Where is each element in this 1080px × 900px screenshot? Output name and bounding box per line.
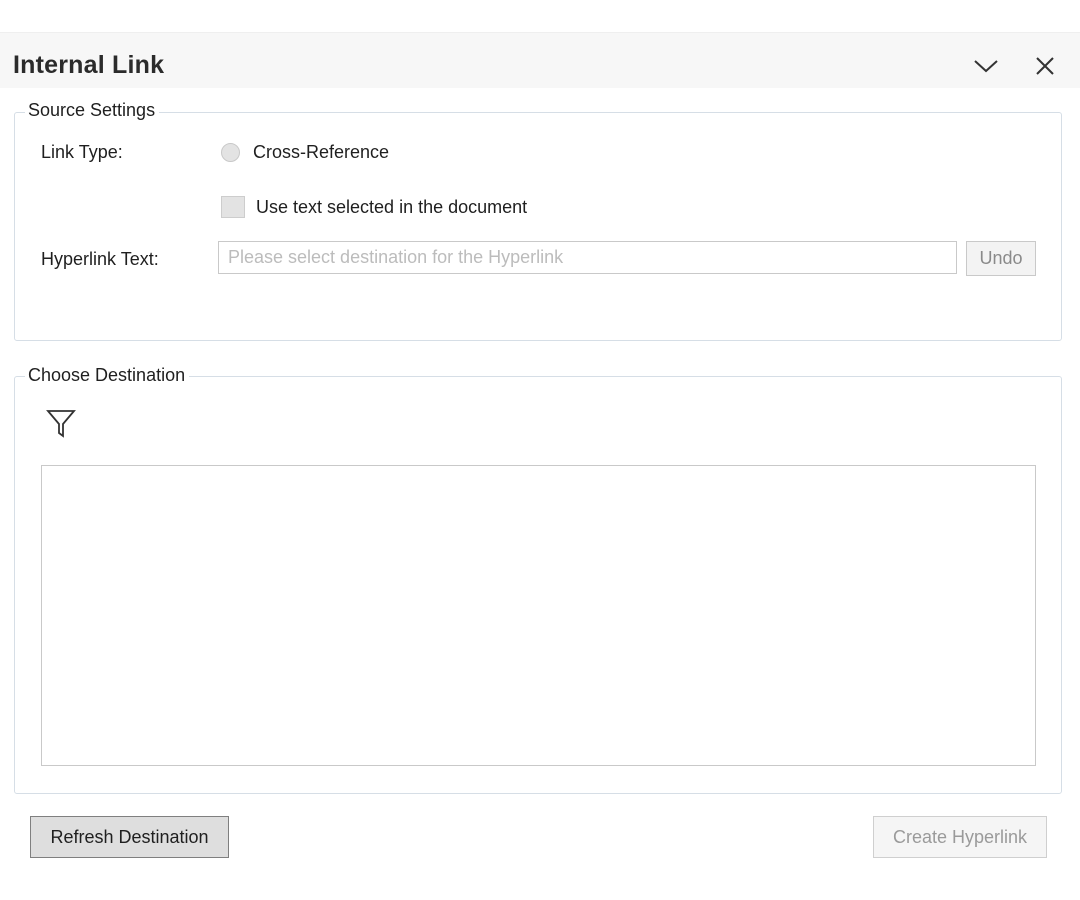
source-settings-legend: Source Settings bbox=[25, 99, 160, 121]
link-type-label: Link Type: bbox=[41, 142, 123, 162]
use-selected-text-checkbox[interactable] bbox=[221, 196, 245, 218]
window-top-strip bbox=[0, 0, 1080, 33]
undo-button[interactable]: Undo bbox=[966, 241, 1036, 276]
destination-list[interactable] bbox=[41, 465, 1036, 766]
source-settings-group bbox=[14, 112, 1062, 341]
filter-icon[interactable] bbox=[45, 407, 77, 439]
cross-reference-label[interactable]: Cross-Reference bbox=[253, 141, 389, 163]
hyperlink-text-label: Hyperlink Text: bbox=[41, 249, 159, 269]
panel-title: Internal Link bbox=[13, 51, 165, 79]
hyperlink-text-input[interactable] bbox=[218, 241, 957, 274]
close-icon[interactable] bbox=[1029, 50, 1061, 82]
cross-reference-radio[interactable] bbox=[221, 143, 240, 162]
use-selected-text-label[interactable]: Use text selected in the document bbox=[256, 196, 527, 218]
choose-destination-legend: Choose Destination bbox=[25, 364, 190, 386]
chevron-down-icon[interactable] bbox=[970, 50, 1002, 82]
create-hyperlink-button[interactable]: Create Hyperlink bbox=[873, 816, 1047, 858]
refresh-destination-button[interactable]: Refresh Destination bbox=[30, 816, 229, 858]
